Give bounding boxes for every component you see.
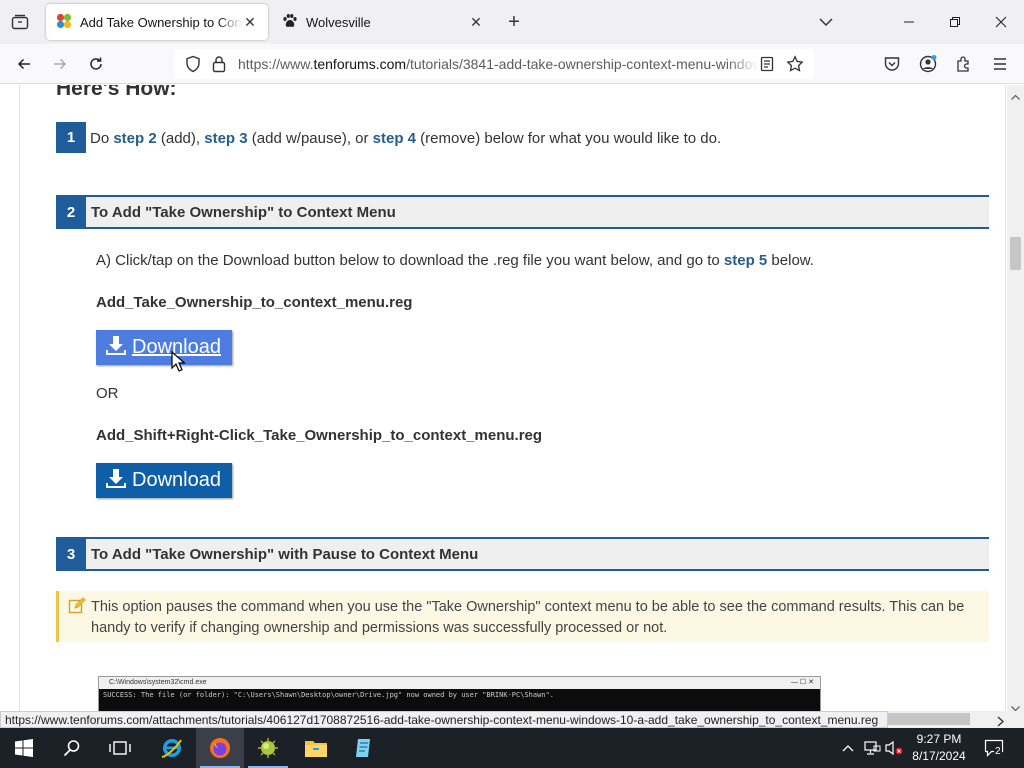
navigation-toolbar: https://www.tenforums.com/tutorials/3841… <box>0 44 1024 84</box>
restore-icon[interactable] <box>932 0 978 44</box>
step3-link[interactable]: step 3 <box>204 130 247 147</box>
section-title: To Add "Take Ownership" with Pause to Co… <box>91 546 479 563</box>
pocket-icon[interactable] <box>880 52 904 76</box>
horizontal-scrollbar[interactable] <box>888 711 1024 728</box>
page-heading: Here's How: <box>56 85 177 100</box>
page-viewport: Here's How: 1 Do step 2 (add), step 3 (a… <box>0 85 1024 711</box>
link-status-bar: https://www.tenforums.com/attachments/tu… <box>0 711 888 728</box>
close-window-icon[interactable] <box>978 0 1024 44</box>
cmd-screenshot: C:\Windows\system32\cmd.exe — ☐ ✕ SUCCES… <box>98 676 821 711</box>
step2-link[interactable]: step 2 <box>113 130 156 147</box>
download-label: Download <box>132 469 221 491</box>
step-number: 2 <box>56 195 86 229</box>
cmd-output: SUCCESS: The file (or folder): "C:\Users… <box>99 689 820 711</box>
reader-view-icon[interactable] <box>760 56 774 75</box>
vertical-scrollbar[interactable] <box>1007 85 1024 711</box>
clock-time: 9:27 PM <box>916 732 962 746</box>
clock-date: 8/17/2024 <box>912 749 966 763</box>
paw-icon <box>282 13 298 32</box>
system-clock[interactable]: 9:27 PM 8/17/2024 <box>906 731 972 765</box>
reg-file-name: Add_Take_Ownership_to_context_menu.reg <box>96 294 413 311</box>
file-explorer-icon[interactable] <box>292 728 340 768</box>
address-bar[interactable]: https://www.tenforums.com/tutorials/3841… <box>174 49 814 79</box>
note-text: This option pauses the command when you … <box>91 599 965 636</box>
tenforums-favicon-icon <box>56 13 72 32</box>
step5-link[interactable]: step 5 <box>724 252 767 269</box>
minimize-icon[interactable] <box>886 0 932 44</box>
step-number: 3 <box>56 537 86 571</box>
forward-arrow-icon[interactable] <box>48 52 72 76</box>
close-tab-icon[interactable]: ✕ <box>242 14 258 30</box>
download-button[interactable]: Download <box>96 330 232 365</box>
task-view-icon[interactable] <box>96 728 144 768</box>
step4-link[interactable]: step 4 <box>373 130 416 147</box>
or-text: OR <box>96 385 119 402</box>
start-windows-icon[interactable] <box>0 728 48 768</box>
tab-wolvesville[interactable]: Wolvesville ✕ <box>272 4 494 40</box>
step1-text: Do step 2 (add), step 3 (add w/pause), o… <box>90 130 722 147</box>
reg-file-name: Add_Shift+Right-Click_Take_Ownership_to_… <box>96 427 543 444</box>
tab-bar: Add Take Ownership to Context Menu in Wi… <box>0 0 1024 44</box>
step2-section-bar: 2 To Add "Take Ownership" to Context Men… <box>56 195 989 229</box>
close-tab-icon[interactable]: ✕ <box>468 14 484 30</box>
tab-title: Add Take Ownership to Context Menu in Wi… <box>80 14 242 30</box>
menu-icon[interactable] <box>988 52 1012 76</box>
tab-list-icon[interactable] <box>8 11 32 33</box>
scrollbar-thumb[interactable] <box>888 713 970 725</box>
windows-taskbar: 9:27 PM 8/17/2024 2 <box>0 728 1024 768</box>
firefox-icon[interactable] <box>196 728 244 768</box>
mouse-cursor-icon <box>171 351 185 372</box>
window-controls-icon: — ☐ ✕ <box>790 679 814 686</box>
network-icon[interactable] <box>862 738 882 758</box>
url-text[interactable]: https://www.tenforums.com/tutorials/3841… <box>238 56 758 72</box>
download-icon <box>106 335 126 361</box>
chevron-up-icon[interactable] <box>838 738 858 758</box>
account-icon[interactable] <box>916 52 940 76</box>
step3-section-bar: 3 To Add "Take Ownership" with Pause to … <box>56 537 989 571</box>
tab-title: Wolvesville <box>306 14 371 30</box>
note-box: This option pauses the command when you … <box>56 591 989 642</box>
bookmark-star-icon[interactable] <box>786 55 804 76</box>
notepad-app-icon[interactable] <box>340 728 388 768</box>
shield-icon[interactable] <box>184 55 202 76</box>
edit-note-icon <box>68 597 86 618</box>
notification-center-icon[interactable]: 2 <box>982 738 1006 758</box>
app-sphere-icon[interactable] <box>244 728 292 768</box>
reload-icon[interactable] <box>84 52 108 76</box>
section-title: To Add "Take Ownership" to Context Menu <box>91 204 396 221</box>
download-button[interactable]: Download <box>96 463 232 498</box>
volume-muted-icon[interactable] <box>884 738 904 758</box>
tab-tenforums[interactable]: Add Take Ownership to Context Menu in Wi… <box>46 4 268 40</box>
back-arrow-icon[interactable] <box>12 52 36 76</box>
step-number: 1 <box>56 122 86 153</box>
step2-instruction: A) Click/tap on the Download button belo… <box>96 252 814 269</box>
search-icon[interactable] <box>48 728 96 768</box>
scrollbar-thumb[interactable] <box>1010 237 1021 270</box>
download-icon <box>106 468 126 494</box>
scroll-up-icon[interactable] <box>1011 87 1020 103</box>
extensions-icon[interactable] <box>952 52 976 76</box>
notification-count: 2 <box>994 746 1002 757</box>
chevron-down-icon[interactable] <box>816 12 836 32</box>
lock-icon[interactable] <box>211 55 227 76</box>
scroll-down-icon[interactable] <box>1011 699 1020 711</box>
new-tab-icon[interactable]: + <box>503 11 525 33</box>
internet-explorer-icon[interactable] <box>148 728 196 768</box>
cmd-title: C:\Windows\system32\cmd.exe — ☐ ✕ <box>99 677 820 689</box>
